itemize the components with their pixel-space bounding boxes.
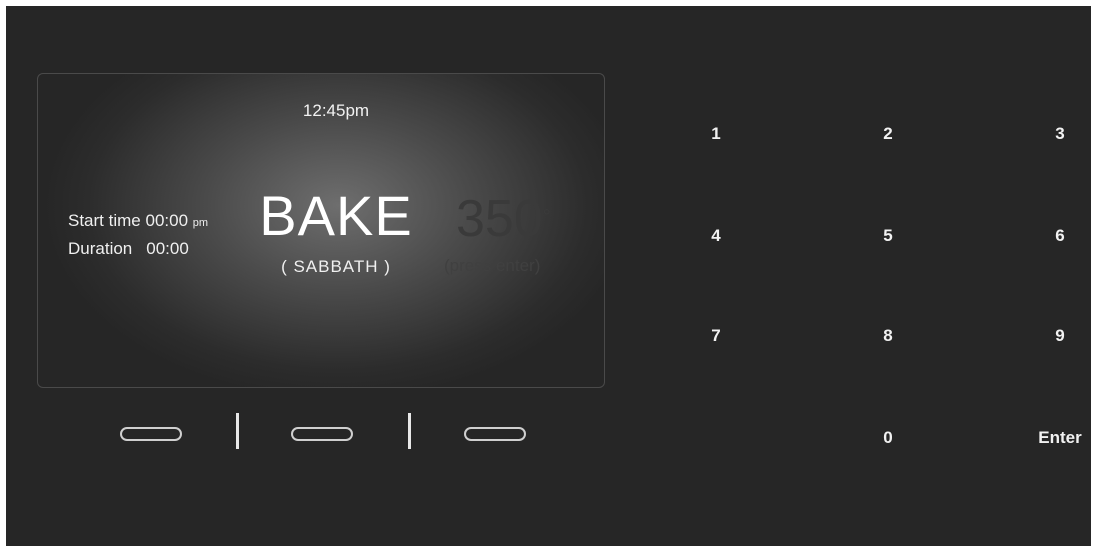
temperature-readout: 350°	[456, 191, 551, 247]
left-softkey[interactable]	[120, 427, 182, 441]
keypad-key-9[interactable]: 9	[1030, 316, 1090, 356]
duration-value: 00:00	[146, 239, 189, 258]
keypad-key-1[interactable]: 1	[686, 114, 746, 154]
clock: 12:45pm	[302, 101, 370, 120]
keypad-key-5[interactable]: 5	[858, 216, 918, 256]
duration-row: Duration 00:00	[68, 236, 208, 261]
keypad-key-0[interactable]: 0	[858, 418, 918, 458]
start-time-value: 00:00	[145, 211, 189, 230]
cooking-mode: BAKE	[259, 184, 413, 247]
start-time-row: Start time 00:00 pm	[68, 208, 208, 236]
keypad-key-2[interactable]: 2	[858, 114, 918, 154]
softkey-divider	[408, 413, 411, 449]
keypad-key-7[interactable]: 7	[686, 316, 746, 356]
schedule-info: Start time 00:00 pm Duration 00:00	[68, 208, 208, 261]
keypad-key-4[interactable]: 4	[686, 216, 746, 256]
start-time-unit: pm	[192, 217, 209, 229]
duration-label: Duration	[68, 239, 133, 258]
enter-hint: (press enter)	[444, 256, 541, 275]
cooking-submode: ( SABBATH )	[281, 257, 391, 276]
keypad-key-6[interactable]: 6	[1030, 216, 1090, 256]
start-time-label: Start time	[68, 211, 141, 230]
middle-softkey[interactable]	[291, 427, 353, 441]
keypad-key-3[interactable]: 3	[1030, 114, 1090, 154]
oven-display: 12:45pm Start time 00:00 pm Duration 00:0…	[37, 73, 605, 388]
temperature-value: 350	[456, 190, 543, 248]
right-softkey[interactable]	[464, 427, 526, 441]
keypad-key-8[interactable]: 8	[858, 316, 918, 356]
softkey-divider	[236, 413, 239, 449]
degree-symbol: °	[542, 206, 551, 228]
enter-button[interactable]: Enter	[1030, 418, 1090, 458]
